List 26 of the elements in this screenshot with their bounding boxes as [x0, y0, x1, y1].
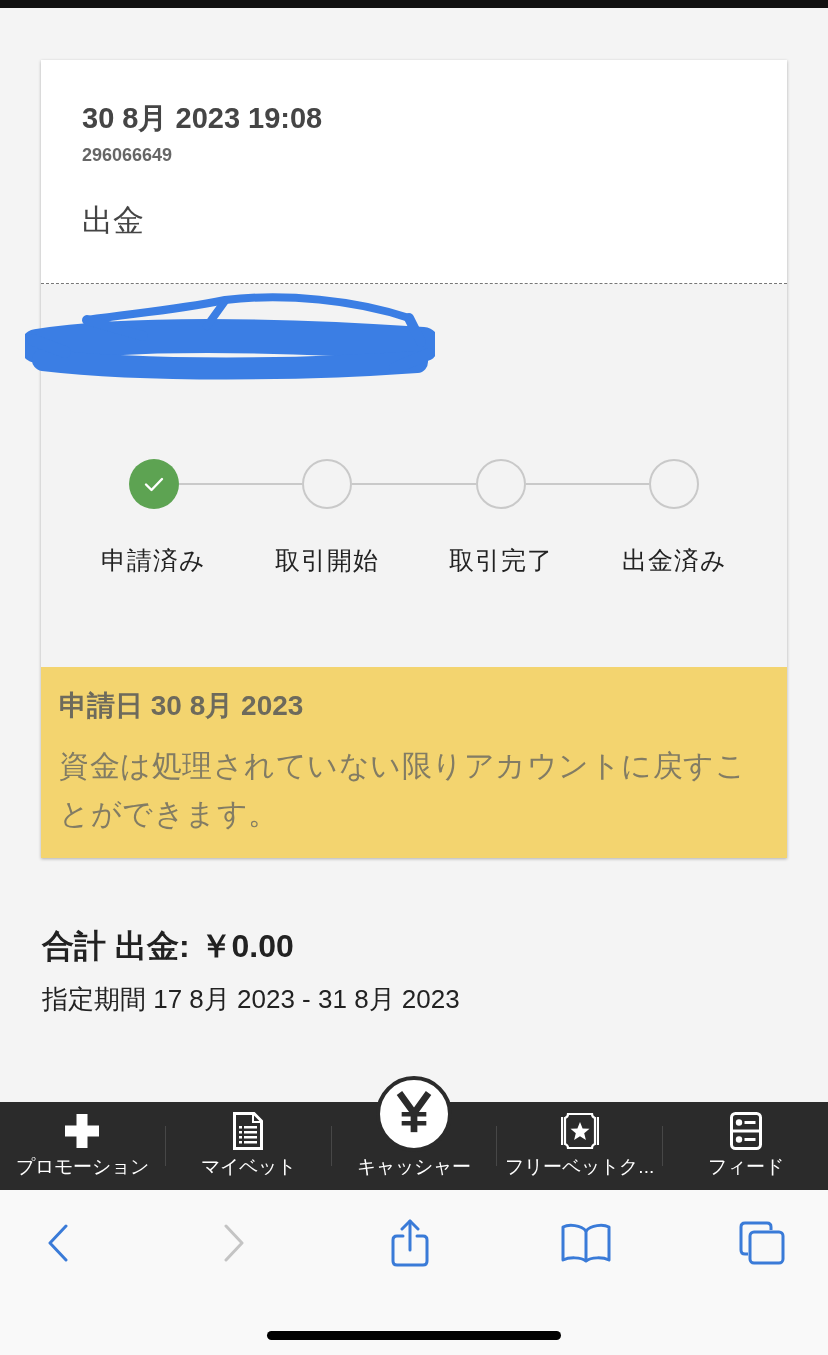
period-text: 指定期間 17 8月 2023 - 31 8月 2023 [42, 983, 460, 1016]
total-label: 合計 出金: [42, 927, 190, 966]
transaction-id: 296066649 [82, 144, 173, 166]
book-icon [561, 1223, 611, 1263]
ticket-star-icon [560, 1112, 599, 1150]
notice-title: 申請日 30 8月 2023 [59, 690, 304, 722]
nav-tab[interactable]: フリーベットク... [497, 1102, 663, 1190]
total-amount: ￥0.00 [199, 927, 294, 966]
forward-icon [223, 1224, 245, 1262]
notice-text: 資金は処理されていない限りアカウントに戻すことができます。 [59, 748, 747, 832]
transaction-type: 出金 [82, 202, 144, 240]
nav-tab[interactable]: キャッシャー [331, 1076, 497, 1190]
transaction-datetime: 30 8月 2023 19:08 [82, 101, 323, 136]
step-label: 取引開始 [275, 546, 380, 574]
nav-tab[interactable]: プロモーション [0, 1102, 165, 1190]
back-icon [47, 1224, 69, 1262]
tabs-icon [739, 1221, 785, 1265]
nav-tab[interactable]: マイベット [165, 1102, 331, 1190]
document-icon [233, 1112, 264, 1150]
nav-tab[interactable]: フィード [663, 1102, 828, 1190]
step-label: 出金済み [621, 546, 727, 574]
step-label: 申請済み [101, 546, 207, 574]
feed-list-icon [729, 1112, 762, 1150]
share-icon [391, 1219, 429, 1267]
step-label: 取引完了 [448, 546, 553, 574]
plus-icon [65, 1114, 100, 1148]
